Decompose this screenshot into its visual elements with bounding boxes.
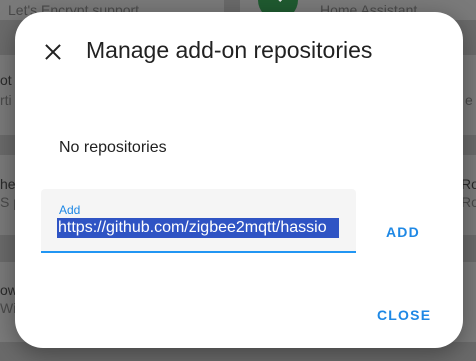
manage-repositories-dialog: Manage add-on repositories No repositori… <box>15 12 463 348</box>
close-dialog-icon[interactable] <box>39 38 67 66</box>
no-repositories-message: No repositories <box>59 139 167 156</box>
add-button[interactable]: ADD <box>386 224 420 240</box>
add-repository-input[interactable]: https://github.com/zigbee2mqtt/hassio <box>58 219 338 237</box>
background-card-text: ot <box>0 72 12 88</box>
add-repository-label: Add <box>59 203 81 217</box>
background-card-text: e <box>465 92 473 108</box>
add-repository-field[interactable]: Add https://github.com/zigbee2mqtt/hassi… <box>41 189 356 253</box>
background-card-text: he <box>0 176 16 192</box>
dialog-title: Manage add-on repositories <box>86 37 373 63</box>
background-card-text: Ro <box>461 176 476 192</box>
background-card-text: rti <box>0 92 12 108</box>
background-card-text: Ro <box>461 194 476 210</box>
background-card-text: Wi <box>0 300 17 316</box>
close-button[interactable]: CLOSE <box>377 307 431 323</box>
